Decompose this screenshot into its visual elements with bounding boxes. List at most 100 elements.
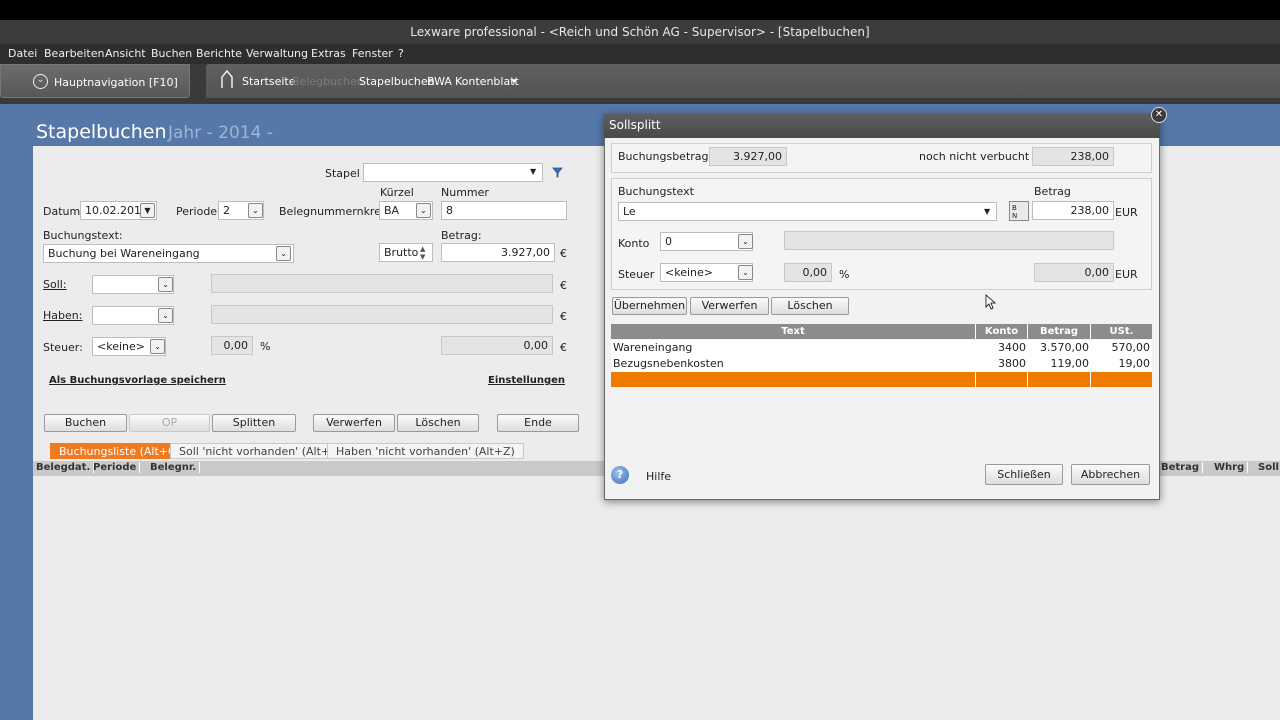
- steuer-betrag-field: 0,00: [441, 336, 553, 355]
- percent-symbol: %: [260, 340, 271, 353]
- dlg-loeschen-button[interactable]: Löschen: [771, 297, 849, 315]
- menu-buchen[interactable]: Buchen: [151, 47, 192, 60]
- eur-label: EUR: [1115, 268, 1138, 281]
- chevron-down-icon[interactable]: ▾: [512, 77, 516, 86]
- hilfe-label[interactable]: Hilfe: [646, 470, 671, 483]
- currency-symbol: €: [560, 247, 567, 260]
- menu-extras[interactable]: Extras: [311, 47, 346, 60]
- stapel-label: Stapel: [325, 167, 360, 180]
- table-row[interactable]: Wareneingang 3400 3.570,00 570,00: [611, 340, 1152, 356]
- buchungsbetrag-field: 3.927,00: [709, 147, 787, 166]
- tab-buchungsliste[interactable]: Buchungsliste (Alt+Q): [50, 443, 190, 459]
- col-konto[interactable]: Konto: [976, 324, 1028, 339]
- table-row[interactable]: Bezugsnebenkosten 3800 119,00 19,00: [611, 356, 1152, 372]
- menu-berichte[interactable]: Berichte: [196, 47, 242, 60]
- dlg-percent-symbol: %: [839, 268, 850, 281]
- help-icon[interactable]: ?: [611, 466, 629, 484]
- col-belegdat[interactable]: Belegdat.: [36, 462, 95, 473]
- chevron-down-icon[interactable]: ⌄: [416, 203, 431, 218]
- verwerfen-button[interactable]: Verwerfen: [313, 414, 395, 432]
- chevron-down-icon: ⌄: [33, 74, 48, 89]
- chevron-down-icon[interactable]: ⌄: [158, 277, 173, 292]
- home-icon[interactable]: [220, 69, 234, 89]
- abbrechen-button[interactable]: Abbrechen: [1071, 464, 1150, 485]
- buchungstext-field[interactable]: Buchung bei Wareneingang: [43, 244, 294, 263]
- mouse-cursor-icon: [985, 294, 997, 310]
- col-periode[interactable]: Periode: [93, 462, 141, 473]
- dlg-steuer-label: Steuer: [618, 268, 655, 281]
- steuer-label: Steuer:: [43, 341, 83, 354]
- split-table: Text Konto Betrag USt. Wareneingang 3400…: [611, 324, 1152, 387]
- save-template-link[interactable]: Als Buchungsvorlage speichern: [49, 375, 226, 386]
- nav-bwa[interactable]: BWA: [427, 75, 452, 88]
- buchungsbetrag-label: Buchungsbetrag: [618, 150, 709, 163]
- row-ust: 19,00: [1118, 357, 1151, 370]
- dlg-verwerfen-button[interactable]: Verwerfen: [690, 297, 769, 315]
- menu-datei[interactable]: Datei: [8, 47, 37, 60]
- nav-kontenblatt[interactable]: Kontenblatt: [455, 75, 519, 88]
- nicht-verbucht-label: noch nicht verbucht: [919, 150, 1030, 163]
- chevron-down-icon[interactable]: ▼: [984, 207, 990, 216]
- menu-bar: Datei Bearbeiten Ansicht Buchen Berichte…: [0, 44, 1280, 64]
- schliessen-button[interactable]: Schließen: [985, 464, 1063, 485]
- stapel-select[interactable]: [363, 163, 543, 182]
- nav-stapelbuchen[interactable]: Stapelbuchen: [359, 75, 435, 88]
- nav-startseite[interactable]: Startseite: [242, 75, 296, 88]
- row-ust: 570,00: [1111, 341, 1151, 354]
- currency-symbol: €: [560, 279, 567, 292]
- tab-soll-nicht-vorhanden[interactable]: Soll 'nicht vorhanden' (Alt+Y): [170, 443, 351, 459]
- betrag-field[interactable]: 3.927,00: [441, 243, 555, 262]
- col-betrag[interactable]: Betrag: [1028, 324, 1091, 339]
- nummer-label: Nummer: [441, 186, 489, 199]
- chevron-down-icon[interactable]: ⌄: [158, 308, 173, 323]
- col-belegnr[interactable]: Belegnr.: [150, 462, 201, 473]
- col-soll[interactable]: Soll: [1258, 462, 1280, 473]
- hauptnav-label: Hauptnavigation [F10]: [54, 76, 178, 89]
- col-text[interactable]: Text: [611, 324, 976, 339]
- soll-label: Soll:: [43, 278, 67, 291]
- belegkreis-label: Belegnummernkreis: [279, 205, 390, 218]
- dlg-betrag-label: Betrag: [1034, 185, 1071, 198]
- op-button: OP: [129, 414, 210, 432]
- booking-list: [33, 462, 1280, 720]
- dialog-title: Sollsplitt: [604, 114, 1160, 138]
- dropdown-arrow-icon[interactable]: ▼: [140, 203, 155, 218]
- col-whrg[interactable]: Whrg: [1214, 462, 1249, 473]
- currency-symbol: €: [560, 310, 567, 323]
- splitten-button[interactable]: Splitten: [212, 414, 296, 432]
- nav-links: Startseite Belegbuchen Stapelbuchen BWA …: [206, 64, 1280, 98]
- tab-haben-nicht-vorhanden[interactable]: Haben 'nicht vorhanden' (Alt+Z): [327, 443, 524, 459]
- chevron-down-icon[interactable]: ⌄: [150, 339, 165, 354]
- menu-ansicht[interactable]: Ansicht: [105, 47, 146, 60]
- ende-button[interactable]: Ende: [497, 414, 579, 432]
- spinner-icon[interactable]: ▲ ▼: [420, 245, 425, 261]
- betrag-label: Betrag:: [441, 229, 482, 242]
- loeschen-button[interactable]: Löschen: [397, 414, 479, 432]
- chevron-down-icon[interactable]: ⌄: [276, 246, 291, 261]
- uebernehmen-button[interactable]: Übernehmen: [612, 297, 687, 315]
- steuer-pct-field: 0,00: [211, 336, 253, 355]
- col-ust[interactable]: USt.: [1091, 324, 1152, 339]
- chevron-down-icon[interactable]: ⌄: [248, 203, 263, 218]
- menu-verwaltung[interactable]: Verwaltung: [246, 47, 308, 60]
- menu-bearbeiten[interactable]: Bearbeiten: [44, 47, 104, 60]
- dlg-betrag-field[interactable]: 238,00: [1032, 201, 1114, 220]
- chevron-down-icon[interactable]: ▼: [530, 167, 536, 176]
- kuerzel-label: Kürzel: [380, 186, 414, 199]
- dlg-buchungstext-field[interactable]: Le: [618, 202, 997, 221]
- buchen-button[interactable]: Buchen: [44, 414, 127, 432]
- close-icon[interactable]: ✕: [1151, 107, 1167, 123]
- chevron-down-icon[interactable]: ⌄: [738, 234, 753, 249]
- hauptnavigation-button[interactable]: ⌄ Hauptnavigation [F10]: [0, 64, 190, 98]
- nummer-field[interactable]: 8: [441, 201, 567, 220]
- menu-help[interactable]: ?: [398, 47, 404, 60]
- chevron-down-icon[interactable]: ⌄: [738, 265, 753, 280]
- col-betrag[interactable]: Betrag: [1161, 462, 1204, 473]
- calculator-icon[interactable]: BN: [1009, 201, 1029, 221]
- menu-fenster[interactable]: Fenster: [352, 47, 393, 60]
- periode-label: Periode:: [176, 205, 221, 218]
- table-row-selected[interactable]: [611, 372, 1152, 387]
- filter-icon[interactable]: [552, 167, 563, 178]
- einstellungen-link[interactable]: Einstellungen: [488, 375, 565, 386]
- row-betrag: 3.570,00: [1040, 341, 1089, 354]
